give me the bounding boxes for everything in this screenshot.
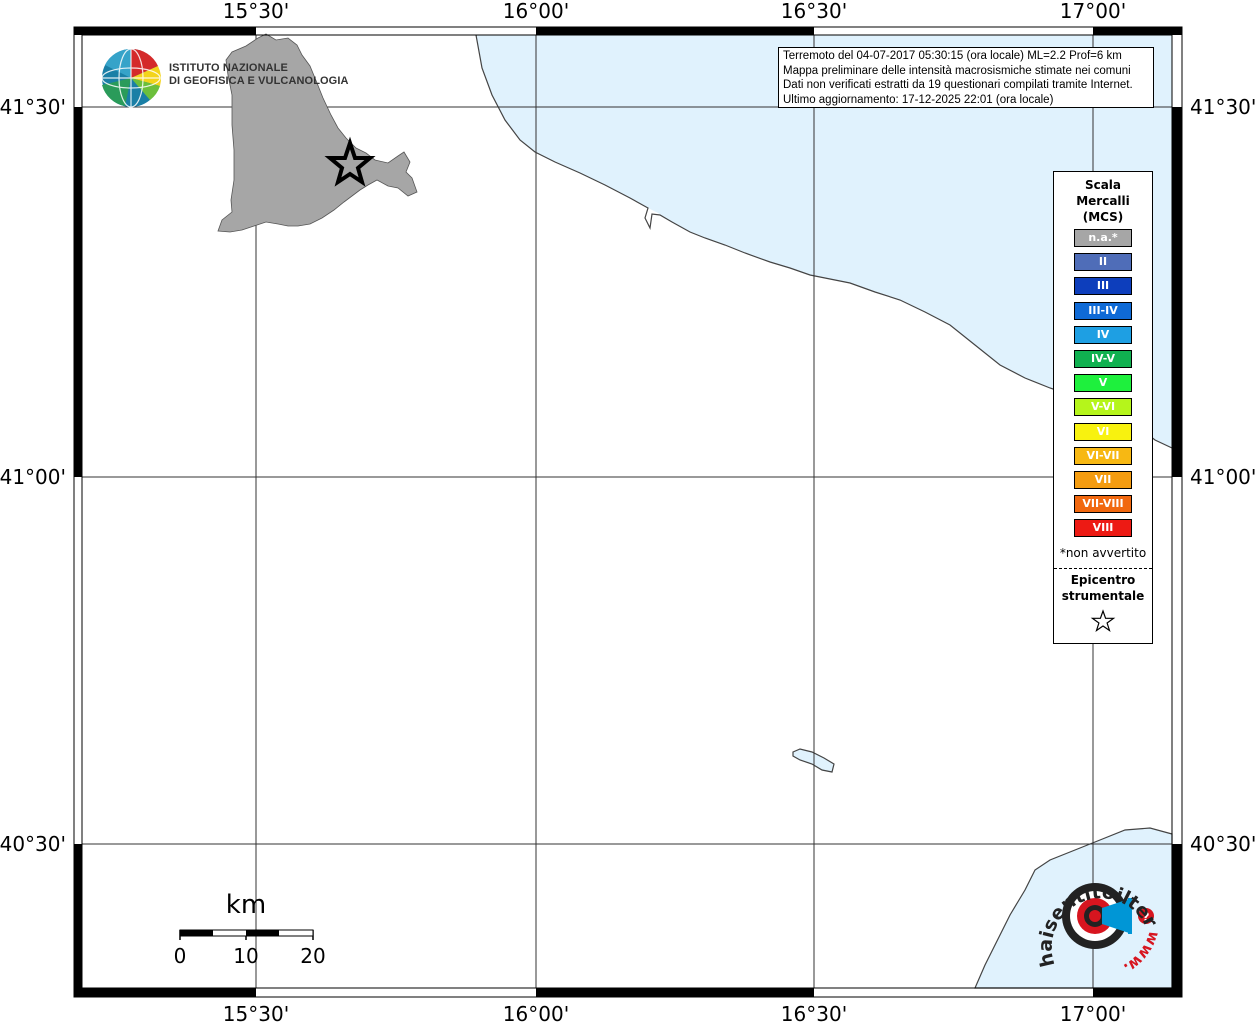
legend-swatch: V: [1074, 374, 1132, 393]
legend-swatch: n.a.*: [1074, 229, 1132, 247]
legend-note: *non avvertito: [1059, 546, 1147, 560]
legend-title: Scala Mercalli (MCS): [1054, 177, 1152, 225]
legend-swatch: IV-V: [1074, 350, 1132, 368]
ingv-logo-text: ISTITUTO NAZIONALE DI GEOFISICA E VULCAN…: [169, 62, 349, 88]
legend-divider: [1054, 568, 1152, 569]
info-line-2: Mappa preliminare delle intensità macros…: [783, 64, 1131, 77]
lon-label-bottom: 16°30': [781, 1002, 847, 1024]
lat-label-left: 41°30': [0, 95, 66, 119]
legend-swatch: V-VI: [1074, 398, 1132, 417]
legend-swatch: IV: [1074, 325, 1132, 344]
lon-label-top: 16°30': [781, 0, 847, 23]
star-icon: [1090, 609, 1116, 632]
lat-label-right: 41°30': [1190, 95, 1255, 119]
legend-swatch: VI-VII: [1074, 446, 1132, 465]
info-line-1: Terremoto del 04-07-2017 05:30:15 (ora l…: [783, 50, 1122, 62]
legend-title-line: Scala: [1084, 178, 1122, 192]
epicentre-legend-line: strumentale: [1061, 589, 1145, 603]
lon-label-bottom: 17°00': [1060, 1002, 1126, 1024]
legend-swatch: III-IV: [1074, 301, 1132, 320]
mcs-legend: Scala Mercalli (MCS) n.a.* II III III-IV IV I…: [1053, 171, 1153, 644]
info-line-4: Ultimo aggiornamento: 17-12-2025 22:01 (…: [783, 93, 1054, 106]
logo-line-1: ISTITUTO NAZIONALE: [169, 62, 288, 74]
lon-label-bottom: 16°00': [503, 1002, 569, 1024]
lon-label-top: 16°00': [503, 0, 569, 23]
epicentre-legend-title: Epicentro strumentale: [1054, 572, 1152, 604]
lon-label-top: 15°30': [223, 0, 289, 23]
scale-tick-label: 10: [233, 944, 258, 968]
legend-swatch: II: [1074, 253, 1132, 272]
lat-label-left: 40°30': [0, 832, 66, 856]
logo-line-2: DI GEOFISICA E VULCANOLOGIA: [169, 75, 349, 87]
legend-title-line: Mercalli: [1076, 194, 1130, 208]
scale-unit: km: [226, 890, 266, 920]
lat-label-right: 41°00': [1190, 465, 1255, 489]
info-line-3: Dati non verificati estratti da 19 quest…: [783, 79, 1133, 91]
lon-label-top: 17°00': [1060, 0, 1126, 23]
legend-swatch: VII-VIII: [1074, 495, 1132, 514]
legend-swatch: VIII: [1074, 519, 1132, 538]
lat-label-left: 41°00': [0, 465, 66, 489]
epicentre-legend-line: Epicentro: [1070, 573, 1136, 587]
lon-label-bottom: 15°30': [223, 1002, 289, 1024]
legend-title-line: (MCS): [1082, 210, 1124, 224]
earthquake-info-box: Terremoto del 04-07-2017 05:30:15 (ora l…: [778, 47, 1154, 108]
scale-tick-label: 20: [300, 944, 325, 968]
legend-swatch: VII: [1074, 471, 1132, 489]
scale-tick-label: 0: [174, 944, 187, 968]
legend-swatch: III: [1074, 277, 1132, 296]
lat-label-right: 40°30': [1190, 832, 1255, 856]
legend-swatch: VI: [1074, 422, 1132, 441]
